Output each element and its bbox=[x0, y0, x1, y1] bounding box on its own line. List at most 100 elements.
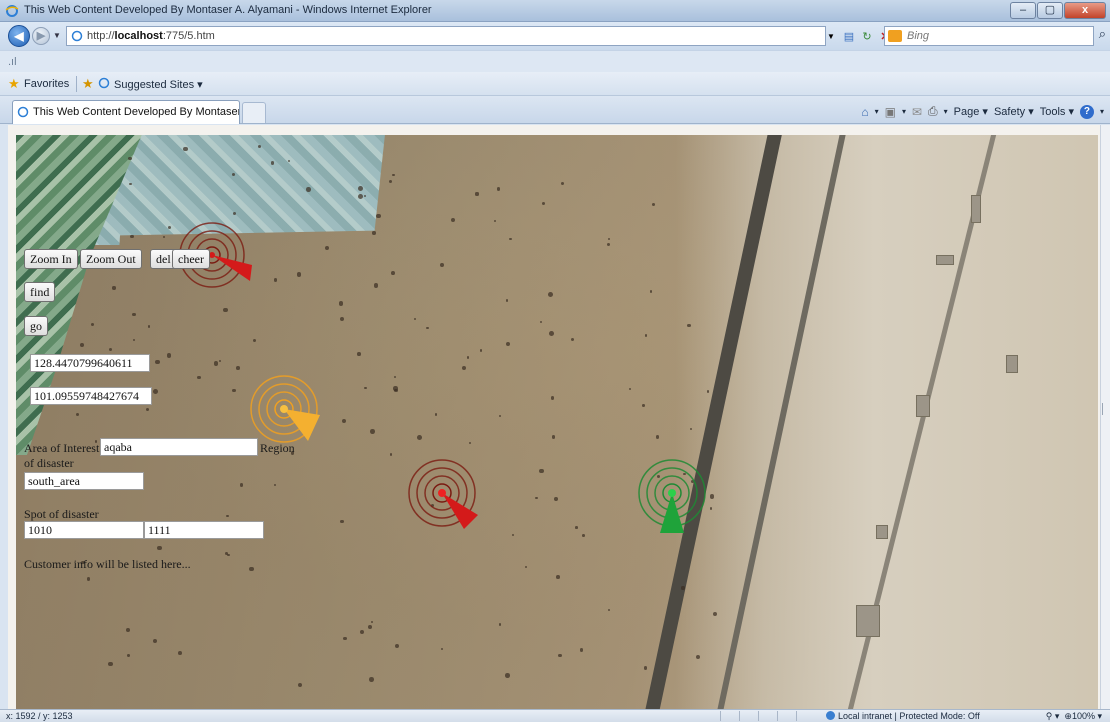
favorites-button[interactable]: Favorites bbox=[24, 78, 69, 90]
tools-menu[interactable]: Tools ▾ bbox=[1040, 105, 1074, 118]
security-zone[interactable]: Local intranet | Protected Mode: Off bbox=[826, 711, 980, 721]
scrollbar-thumb[interactable] bbox=[1102, 403, 1109, 415]
terrain-speck bbox=[166, 352, 172, 358]
back-button[interactable]: ◀ bbox=[8, 25, 30, 47]
ie-logo-icon bbox=[5, 5, 19, 17]
spot-x-field[interactable]: 1010 bbox=[24, 521, 144, 539]
zoom-in-button[interactable]: Zoom In bbox=[24, 249, 78, 269]
safety-menu[interactable]: Safety ▾ bbox=[994, 105, 1034, 118]
y-coordinate-field[interactable]: 101.09559748427674 bbox=[30, 387, 152, 405]
terrain-speck bbox=[152, 639, 157, 644]
region-field[interactable]: south_area bbox=[24, 472, 144, 490]
terrain-speck bbox=[558, 653, 562, 657]
help-dropdown-icon[interactable]: ▾ bbox=[1100, 107, 1104, 116]
terrain-speck bbox=[607, 243, 611, 247]
maximize-button[interactable]: ▢ bbox=[1037, 2, 1063, 19]
terrain-speck bbox=[547, 291, 553, 297]
go-button[interactable]: go bbox=[24, 316, 48, 336]
terrain-speck bbox=[394, 388, 398, 393]
home-dropdown-icon[interactable]: ▾ bbox=[875, 107, 879, 116]
terrain-speck bbox=[133, 338, 136, 342]
terrain-speck bbox=[129, 182, 132, 186]
help-icon[interactable]: ? bbox=[1079, 104, 1094, 119]
terrain-speck bbox=[226, 514, 229, 518]
terrain-speck bbox=[709, 494, 715, 499]
add-favorite-icon[interactable]: ★ bbox=[82, 76, 94, 92]
cheer-button[interactable]: cheer bbox=[172, 249, 210, 269]
terrain-speck bbox=[607, 237, 610, 240]
terrain-speck bbox=[655, 435, 660, 439]
refresh-icon[interactable]: ↻ bbox=[860, 30, 874, 43]
radar-marker-red[interactable] bbox=[406, 457, 478, 529]
terrain-speck bbox=[548, 330, 554, 336]
terrain-speck bbox=[342, 636, 347, 641]
region-label: Region bbox=[260, 441, 295, 455]
command-toolbar: ⌂ ▾ ▣ ▾ ✉ ⎙ ▾ Page ▾ Safety ▾ Tools ▾ ? ▾ bbox=[861, 104, 1104, 119]
building bbox=[916, 395, 930, 417]
terrain-speck bbox=[369, 676, 375, 682]
radar-marker-green[interactable] bbox=[636, 457, 708, 533]
forward-arrow-icon: ▶ bbox=[36, 30, 46, 42]
page-menu[interactable]: Page ▾ bbox=[954, 105, 988, 118]
compatibility-view-icon[interactable]: ▤ bbox=[842, 30, 856, 43]
terrain-speck bbox=[91, 323, 95, 327]
terrain-speck bbox=[498, 415, 502, 418]
terrain-speck bbox=[342, 418, 347, 423]
of-disaster-label: of disaster bbox=[24, 456, 74, 470]
terrain-speck bbox=[177, 651, 182, 655]
terrain-speck bbox=[388, 180, 392, 184]
terrain-speck bbox=[652, 202, 656, 206]
terrain-speck bbox=[509, 237, 512, 241]
suggested-sites-link[interactable]: Suggested Sites ▾ bbox=[114, 78, 203, 91]
terrain-speck bbox=[393, 375, 397, 379]
terrain-speck bbox=[297, 682, 303, 687]
area-of-interest-field[interactable]: aqaba bbox=[100, 438, 258, 456]
new-tab-button[interactable] bbox=[242, 102, 266, 123]
terrain-speck bbox=[413, 318, 416, 321]
find-button[interactable]: find bbox=[24, 282, 56, 302]
radar-marker-orange[interactable] bbox=[248, 373, 320, 445]
forward-button[interactable]: ▶ bbox=[32, 27, 50, 45]
status-dividers bbox=[720, 711, 797, 721]
terrain-speck bbox=[153, 389, 159, 395]
tab-active[interactable]: This Web Content Developed By Montaser A… bbox=[12, 100, 240, 124]
satellite-map[interactable]: Zoom In Zoom Out del cheer find go 128.4… bbox=[16, 135, 1098, 709]
feeds-dropdown-icon[interactable]: ▾ bbox=[902, 107, 906, 116]
terrain-speck bbox=[296, 272, 301, 277]
search-icon[interactable]: ⌕ bbox=[1099, 26, 1106, 42]
terrain-speck bbox=[479, 348, 483, 352]
close-button[interactable]: x bbox=[1064, 2, 1106, 19]
address-input[interactable]: http://localhost:775/5.htm bbox=[66, 26, 826, 46]
radar-icon bbox=[408, 459, 478, 529]
search-input[interactable]: Bing bbox=[884, 26, 1094, 46]
minimize-button[interactable]: – bbox=[1010, 2, 1036, 19]
print-icon[interactable]: ⎙ bbox=[928, 104, 938, 119]
zoom-level[interactable]: ⚲ ▾ ⊕100% ▾ bbox=[1046, 711, 1102, 722]
terrain-speck bbox=[524, 566, 527, 569]
history-dropdown-icon[interactable]: ▼ bbox=[53, 31, 61, 40]
home-icon[interactable]: ⌂ bbox=[861, 105, 868, 119]
terrain-speck bbox=[628, 387, 632, 390]
terrain-speck bbox=[512, 533, 515, 536]
terrain-speck bbox=[541, 201, 546, 206]
favorites-star-icon[interactable]: ★ bbox=[8, 76, 20, 92]
spot-y-field[interactable]: 1111 bbox=[144, 521, 264, 539]
suggested-sites-icon bbox=[98, 77, 110, 89]
feeds-icon[interactable]: ▣ bbox=[885, 105, 896, 119]
address-row: ◀ ▶ ▼ http://localhost:775/5.htm ▼ ▤ ↻ ✕… bbox=[0, 22, 1110, 50]
vertical-scrollbar[interactable] bbox=[1100, 125, 1110, 709]
terrain-speck bbox=[109, 347, 113, 352]
address-dropdown-icon[interactable]: ▼ bbox=[824, 32, 838, 41]
terrain-speck bbox=[163, 235, 166, 238]
x-coordinate-field[interactable]: 128.4470799640611 bbox=[30, 354, 150, 372]
zoom-out-button[interactable]: Zoom Out bbox=[80, 249, 142, 269]
terrain-speck bbox=[80, 342, 85, 347]
print-dropdown-icon[interactable]: ▾ bbox=[944, 107, 948, 116]
building bbox=[1006, 355, 1018, 373]
building bbox=[936, 255, 954, 265]
terrain-speck bbox=[579, 648, 584, 652]
tab-page-icon bbox=[17, 106, 29, 118]
mail-icon[interactable]: ✉ bbox=[912, 105, 922, 119]
terrain-speck bbox=[306, 187, 311, 193]
terrain-speck bbox=[712, 611, 717, 616]
